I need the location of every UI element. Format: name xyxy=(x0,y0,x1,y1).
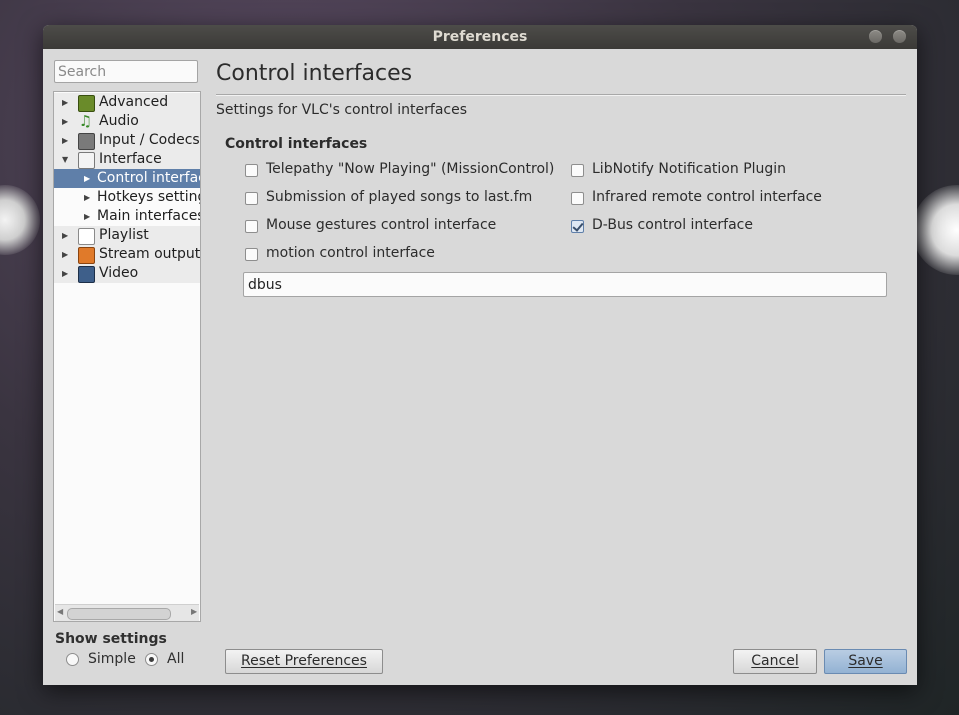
chip-icon xyxy=(78,95,95,112)
expand-arrow-icon[interactable]: ▶ xyxy=(62,226,68,245)
scrollbar-thumb[interactable] xyxy=(67,608,171,620)
lastfm-label[interactable]: Submission of played songs to last.fm xyxy=(266,189,532,205)
scroll-left-arrow-icon[interactable]: ◀ xyxy=(57,607,63,616)
reset-preferences-button[interactable]: Reset Preferences xyxy=(225,649,383,674)
dbus-checkbox[interactable] xyxy=(571,220,584,233)
expand-arrow-icon[interactable]: ▶ xyxy=(62,264,68,283)
stream-output-icon xyxy=(78,247,95,264)
expand-arrow-icon[interactable]: ▶ xyxy=(62,131,68,150)
title-divider xyxy=(216,94,906,96)
control-modules-input[interactable] xyxy=(243,272,887,297)
film-icon xyxy=(78,266,95,283)
minimize-button[interactable] xyxy=(869,30,882,43)
mouse-gestures-checkbox[interactable] xyxy=(245,220,258,233)
cancel-button[interactable]: Cancel xyxy=(733,649,817,674)
category-tree[interactable]: ▶ Advanced ▶ ♫ Audio ▶ Input / Codecs ▼ … xyxy=(53,91,201,622)
expand-arrow-icon[interactable]: ▶ xyxy=(62,112,68,131)
background-light-right xyxy=(912,185,959,275)
tree-item-interface[interactable]: ▼ Interface xyxy=(54,150,200,169)
preferences-window: Preferences ▶ Advanced ▶ ♫ Audio ▶ Input… xyxy=(43,25,917,685)
expand-arrow-icon[interactable]: ▶ xyxy=(84,169,90,188)
group-title: Control interfaces xyxy=(225,136,368,152)
expand-arrow-icon[interactable]: ▶ xyxy=(84,188,90,207)
expand-arrow-icon[interactable]: ▶ xyxy=(62,93,68,112)
collapse-arrow-icon[interactable]: ▼ xyxy=(62,150,68,169)
page-subtitle: Settings for VLC's control interfaces xyxy=(216,102,468,118)
motion-checkbox[interactable] xyxy=(245,248,258,261)
playlist-icon xyxy=(78,228,95,245)
telepathy-label[interactable]: Telepathy "Now Playing" (MissionControl) xyxy=(266,161,554,177)
search-input[interactable] xyxy=(54,60,198,83)
motion-label[interactable]: motion control interface xyxy=(266,245,435,261)
window-title: Preferences xyxy=(432,29,528,45)
tree-item-advanced[interactable]: ▶ Advanced xyxy=(54,93,200,112)
horizontal-scrollbar[interactable]: ◀ ▶ xyxy=(55,604,199,621)
all-radio[interactable] xyxy=(145,653,158,666)
tree-item-video[interactable]: ▶ Video xyxy=(54,264,200,283)
save-button[interactable]: Save xyxy=(824,649,907,674)
tree-item-main-interfaces[interactable]: ▶ Main interfaces xyxy=(54,207,200,226)
tree-item-control-interfaces[interactable]: ▶ Control interfaces xyxy=(54,169,200,188)
expand-arrow-icon[interactable]: ▶ xyxy=(84,207,90,226)
tree-item-input-codecs[interactable]: ▶ Input / Codecs xyxy=(54,131,200,150)
tree-item-playlist[interactable]: ▶ Playlist xyxy=(54,226,200,245)
title-bar[interactable]: Preferences xyxy=(43,25,917,49)
libnotify-label[interactable]: LibNotify Notification Plugin xyxy=(592,161,786,177)
simple-radio[interactable] xyxy=(66,653,79,666)
interface-icon xyxy=(78,152,95,169)
lastfm-checkbox[interactable] xyxy=(245,192,258,205)
scroll-right-arrow-icon[interactable]: ▶ xyxy=(191,607,197,616)
tree-item-stream-output[interactable]: ▶ Stream output xyxy=(54,245,200,264)
libnotify-checkbox[interactable] xyxy=(571,164,584,177)
music-note-icon: ♫ xyxy=(78,112,93,130)
page-title: Control interfaces xyxy=(216,61,413,86)
mouse-gestures-label[interactable]: Mouse gestures control interface xyxy=(266,217,496,233)
tree-item-hotkeys-settings[interactable]: ▶ Hotkeys settings xyxy=(54,188,200,207)
tree-item-audio[interactable]: ▶ ♫ Audio xyxy=(54,112,200,131)
expand-arrow-icon[interactable]: ▶ xyxy=(62,245,68,264)
show-settings-label: Show settings xyxy=(55,631,167,647)
dbus-label[interactable]: D-Bus control interface xyxy=(592,217,753,233)
telepathy-checkbox[interactable] xyxy=(245,164,258,177)
close-button[interactable] xyxy=(893,30,906,43)
codec-icon xyxy=(78,133,95,150)
infrared-label[interactable]: Infrared remote control interface xyxy=(592,189,822,205)
infrared-checkbox[interactable] xyxy=(571,192,584,205)
background-light-left xyxy=(0,185,40,255)
